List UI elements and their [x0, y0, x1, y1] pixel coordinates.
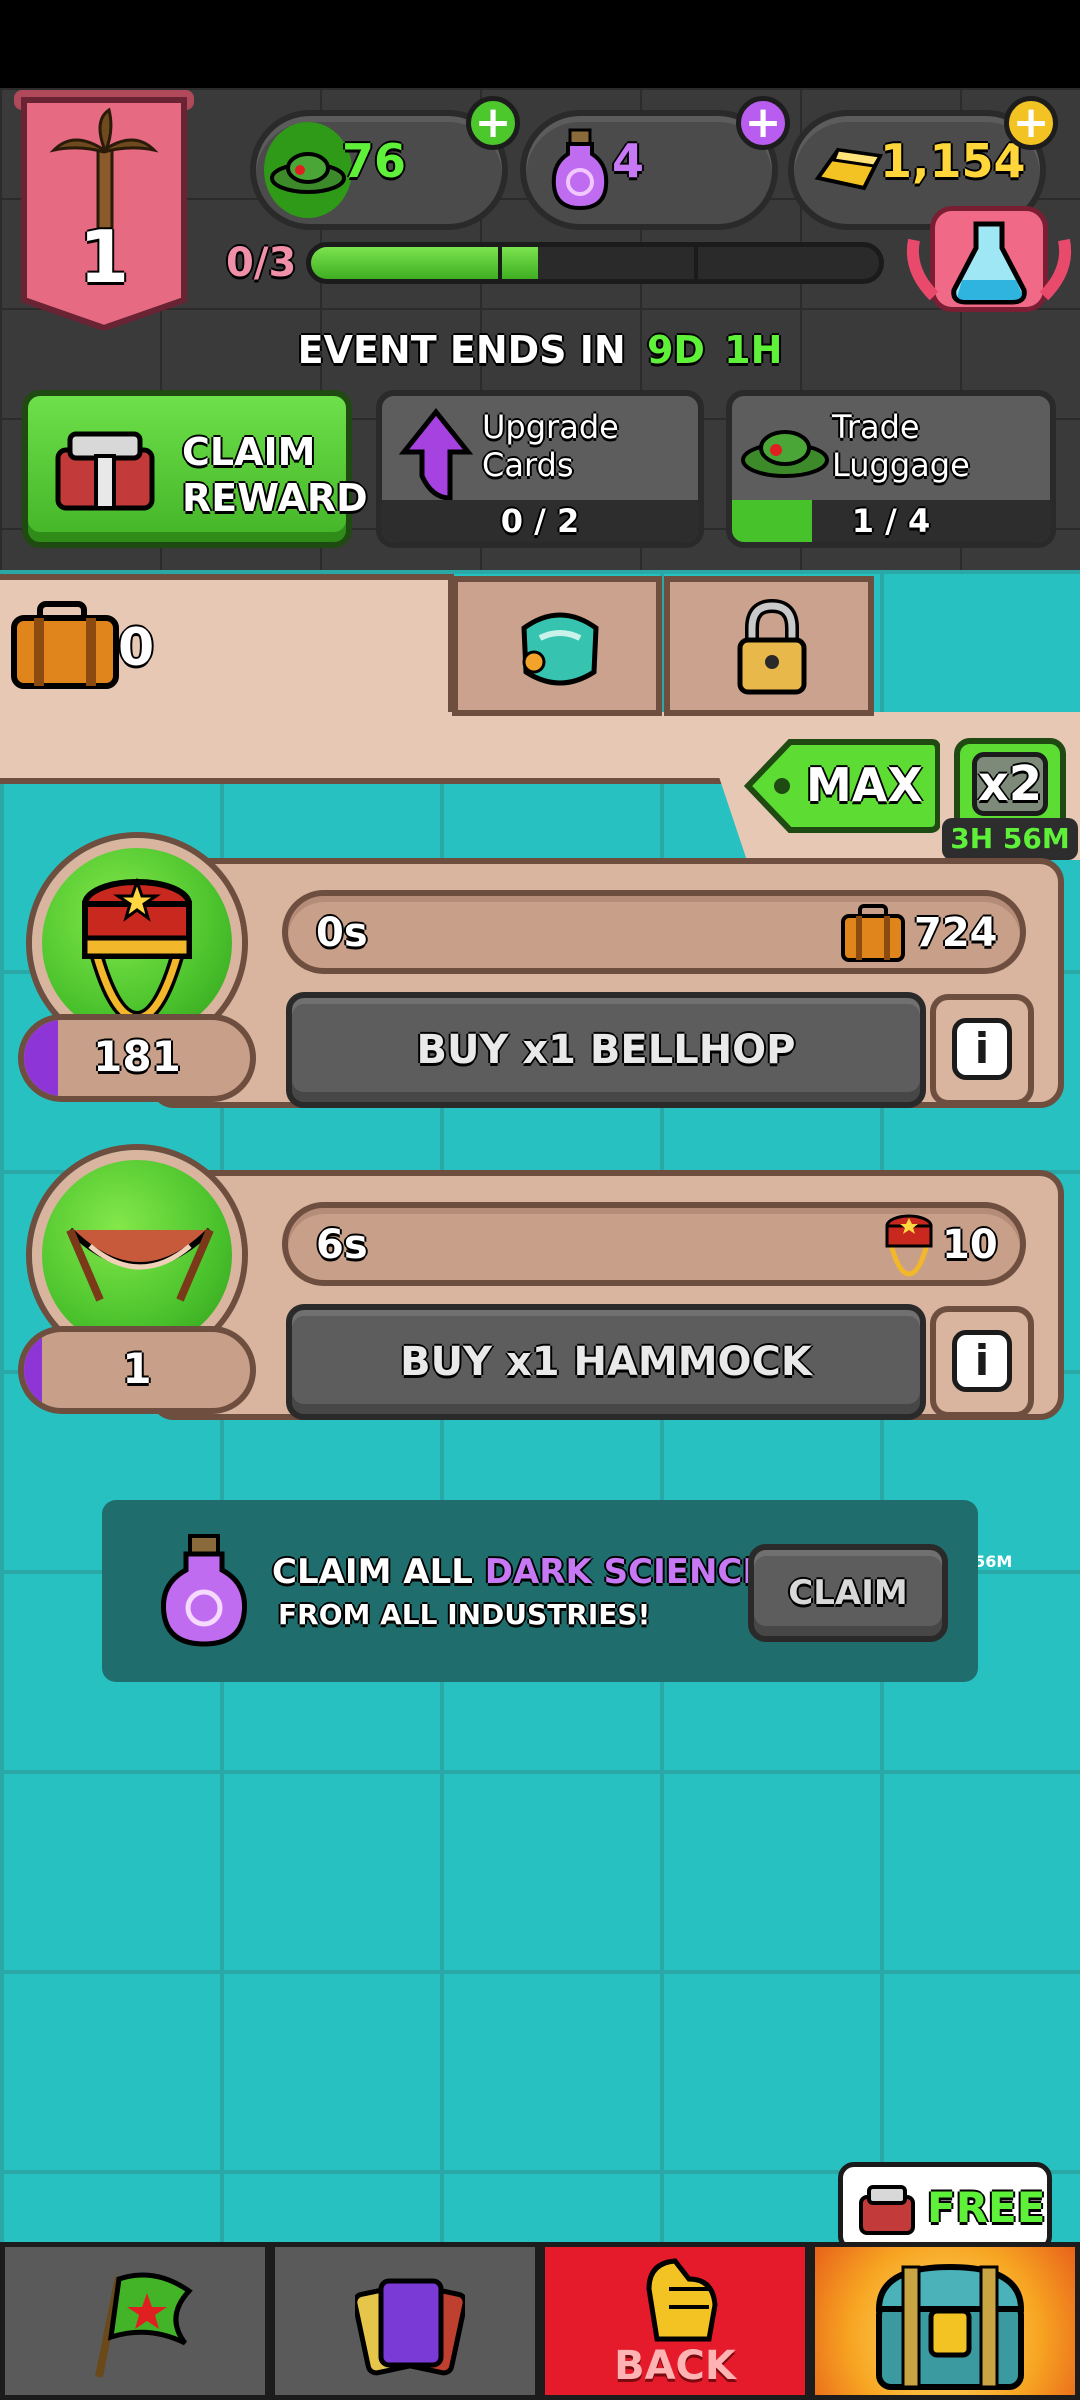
- nav-cards-tab[interactable]: [270, 2242, 540, 2400]
- towel-icon: [521, 612, 599, 686]
- status-bar: [0, 0, 1080, 88]
- bellhop-owned-pill: 181: [18, 1014, 256, 1102]
- treasure-chest-icon: [875, 2263, 1025, 2390]
- boost-timer-chip: 3H 56M: [942, 818, 1078, 860]
- buy-bellhop-label: BUY x1 BELLHOP: [416, 1027, 796, 1073]
- flag-icon: [95, 2272, 193, 2378]
- cosmetic-slot-locked[interactable]: [664, 576, 874, 716]
- nav-shop-tab[interactable]: [810, 2242, 1080, 2400]
- boost-label: x2: [977, 756, 1043, 812]
- upgrade-cards-progress-bar: 0 / 2: [382, 500, 698, 542]
- arrow-up-icon: [398, 407, 474, 501]
- claim-all-banner: CLAIM ALL DARK SCIENCE FROM ALL INDUSTRI…: [102, 1500, 978, 1682]
- max-label: MAX: [806, 758, 923, 812]
- suitcase-icon: [841, 904, 905, 962]
- hammock-owned-pill: 1: [18, 1326, 256, 1414]
- green-hat-icon: [741, 430, 829, 478]
- upgrade-cards-progress: 0 / 2: [500, 502, 580, 540]
- event-timer: EVENT ENDS IN 9D 1H: [0, 328, 1080, 372]
- cosmetic-slot-1[interactable]: [452, 576, 662, 716]
- lock-icon: [737, 598, 807, 695]
- bellhop-hat-icon: [82, 877, 192, 1026]
- event-hours: 1H: [724, 328, 783, 372]
- boost-timer-text: 3H 56M: [950, 822, 1070, 855]
- event-days: 9D: [646, 328, 705, 372]
- trade-luggage-progress-bar: 1 / 4: [732, 500, 1050, 542]
- claim-all-prefix: CLAIM ALL: [272, 1552, 473, 1592]
- buy-bellhop-button[interactable]: BUY x1 BELLHOP: [286, 992, 926, 1108]
- back-label: BACK: [614, 2343, 736, 2389]
- hammock-owned: 1: [122, 1344, 152, 1393]
- free-label: FREE: [927, 2183, 1046, 2232]
- gold-plus-button[interactable]: +: [1004, 96, 1058, 150]
- gold-bar-icon: [814, 147, 884, 191]
- upgrade-cards-line1: Upgrade: [482, 408, 619, 446]
- buy-hammock-button[interactable]: BUY x1 HAMMOCK: [286, 1304, 926, 1420]
- rank-progress-bar: [306, 242, 884, 284]
- info-button-hammock[interactable]: i: [930, 1306, 1034, 1418]
- info-button-bellhop[interactable]: i: [930, 994, 1034, 1106]
- cash-plus-button[interactable]: +: [466, 96, 520, 150]
- claim-reward-line2: REWARD: [182, 476, 368, 520]
- nav-back-tab[interactable]: BACK: [540, 2242, 810, 2400]
- industry-timer-bar: 0s 724: [282, 890, 1026, 974]
- upgrade-cards-line2: Cards: [482, 446, 574, 484]
- claim-reward-button[interactable]: CLAIM REWARD: [22, 390, 368, 548]
- info-icon: i: [952, 1330, 1012, 1392]
- trade-luggage-line1: Trade: [832, 408, 920, 446]
- trade-luggage-line2: Luggage: [832, 446, 970, 484]
- rank-progress-text: 0/3: [226, 240, 297, 286]
- rank-progress-fill: [311, 247, 539, 279]
- industry-reward: 724: [914, 910, 998, 956]
- industry-timer-bar: 6s 10: [282, 1202, 1026, 1286]
- suitcase-icon: [11, 601, 119, 689]
- hat-icon: [270, 152, 346, 194]
- dark-science-plus-button[interactable]: +: [736, 96, 790, 150]
- claim-all-highlight: DARK SCIENCE: [484, 1552, 766, 1592]
- cards-icon: [355, 2278, 465, 2376]
- luggage-chest-icon: [55, 431, 155, 511]
- dark-science-value: 4: [612, 134, 645, 188]
- claim-all-button-label: CLAIM: [788, 1573, 908, 1613]
- trade-luggage-progress: 1 / 4: [851, 502, 931, 540]
- mission-upgrade-cards[interactable]: Upgrade Cards 0 / 2: [376, 390, 704, 548]
- industry-time: 6s: [316, 1222, 368, 1268]
- claim-all-line2: FROM ALL INDUSTRIES!: [278, 1598, 651, 1631]
- cash-value: 76: [342, 134, 407, 188]
- bellhop-hat-icon: [885, 1214, 933, 1277]
- industry-reward: 10: [942, 1222, 998, 1268]
- free-chest-badge[interactable]: FREE: [838, 2162, 1052, 2252]
- mission-trade-luggage[interactable]: Trade Luggage 1 / 4: [726, 390, 1056, 548]
- claim-all-line1: CLAIM ALL DARK SCIENCE: [272, 1552, 766, 1592]
- gold-value: 1,154: [880, 134, 1026, 188]
- max-button[interactable]: MAX: [744, 738, 940, 834]
- rank-banner[interactable]: 1: [14, 90, 194, 332]
- info-icon: i: [952, 1018, 1012, 1080]
- rank-level: 1: [78, 215, 130, 299]
- lab-button[interactable]: [904, 200, 1074, 320]
- hammock-icon: [66, 1227, 214, 1302]
- fist-icon: [646, 2258, 718, 2342]
- industry-time: 0s: [316, 910, 368, 956]
- claim-reward-line1: CLAIM: [182, 430, 316, 474]
- luggage-count: 0: [118, 618, 155, 678]
- bellhop-owned: 181: [93, 1032, 181, 1081]
- nav-map-tab[interactable]: [0, 2242, 270, 2400]
- potion-icon: [551, 128, 609, 211]
- flask-icon: [906, 221, 1072, 305]
- bottom-nav: BACK: [0, 2242, 1080, 2400]
- buy-hammock-label: BUY x1 HAMMOCK: [400, 1339, 812, 1385]
- chest-icon: [859, 2185, 915, 2235]
- event-ends-label: EVENT ENDS IN: [297, 328, 626, 372]
- claim-all-button[interactable]: CLAIM: [748, 1544, 948, 1642]
- dark-science-potion-icon: [160, 1534, 248, 1647]
